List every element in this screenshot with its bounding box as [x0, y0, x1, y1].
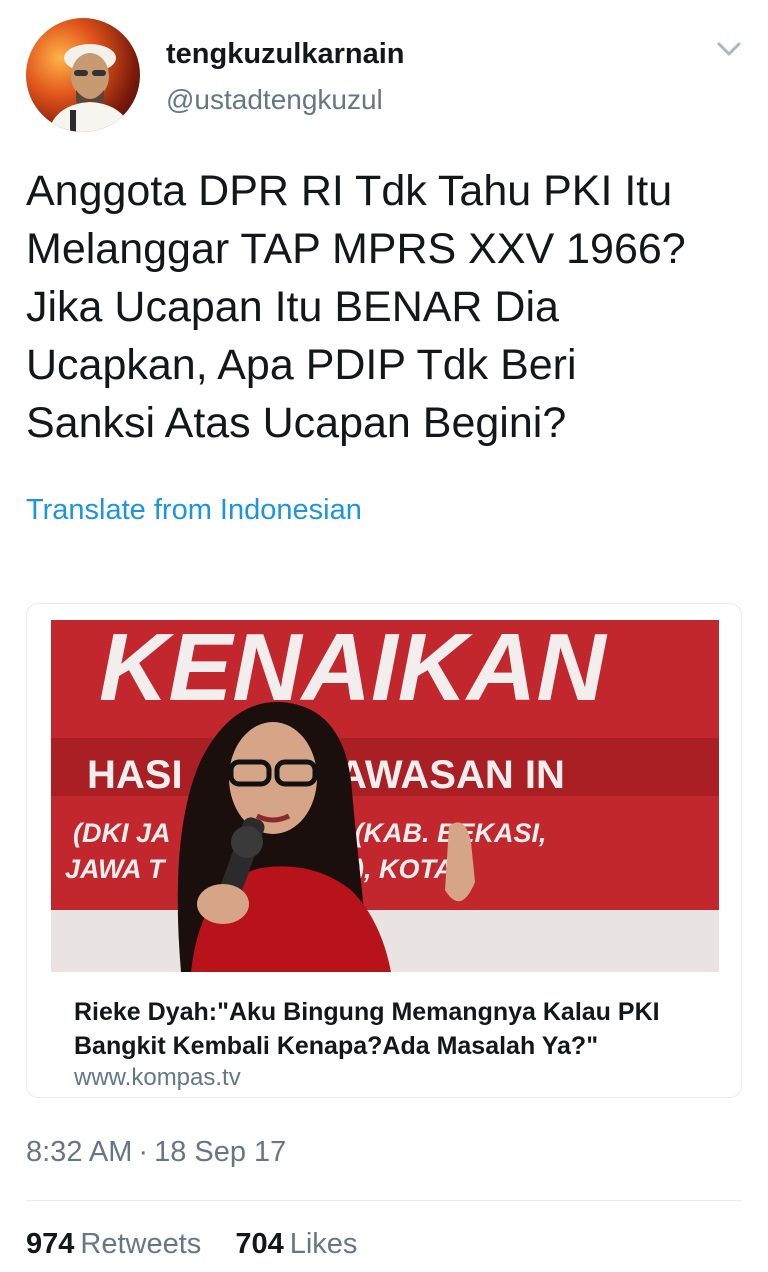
tweet-date: 18 Sep 17: [154, 1136, 287, 1168]
user-handle[interactable]: @ustadtengkuzul: [166, 84, 383, 116]
chevron-down-icon[interactable]: [716, 40, 742, 58]
translate-link[interactable]: Translate from Indonesian: [26, 494, 362, 527]
tweet-text: Anggota DPR RI Tdk Tahu PKI Itu Melangga…: [26, 162, 742, 452]
avatar[interactable]: [26, 18, 140, 132]
tweet-text-line: Melanggar TAP MPRS XXV 1966?: [26, 225, 686, 273]
tweet-text-line: Ucapkan, Apa PDIP Tdk Beri: [26, 341, 577, 389]
tweet-text-line: Sanksi Atas Ucapan Begini?: [26, 399, 567, 447]
user-display-name[interactable]: tengkuzulkarnain: [166, 38, 405, 71]
banner-top-text: KENAIKAN: [99, 620, 607, 721]
retweets-stat[interactable]: 974 Retweets: [26, 1228, 201, 1261]
tweet-timestamp[interactable]: 8:32 AM · 18 Sep 17: [26, 1136, 286, 1169]
card-title-line: Bangkit Kembali Kenapa?Ada Masalah Ya?": [74, 1032, 599, 1060]
card-domain: www.kompas.tv: [74, 1064, 241, 1091]
likes-count: 704: [235, 1228, 284, 1260]
card-title[interactable]: Rieke Dyah:"Aku Bingung Memangnya Kalau …: [74, 995, 714, 1063]
tweet-stats: 974 Retweets 704 Likes: [26, 1228, 383, 1261]
retweets-count: 974: [26, 1228, 75, 1260]
tweet-text-line: Jika Ucapan Itu BENAR Dia: [26, 283, 559, 331]
card-title-line: Rieke Dyah:"Aku Bingung Memangnya Kalau …: [74, 998, 660, 1026]
divider: [26, 1200, 742, 1201]
tweet-text-line: Anggota DPR RI Tdk Tahu PKI Itu: [26, 167, 673, 215]
avatar-image: [48, 44, 132, 132]
likes-label: Likes: [289, 1228, 358, 1260]
retweets-label: Retweets: [80, 1228, 202, 1260]
card-image: KENAIKAN HASI EI 7 KAWASAN IN (DKI JA A …: [51, 620, 719, 972]
likes-stat[interactable]: 704 Likes: [235, 1228, 357, 1261]
link-card[interactable]: KENAIKAN HASI EI 7 KAWASAN IN (DKI JA A …: [26, 603, 742, 1098]
card-photo: KENAIKAN HASI EI 7 KAWASAN IN (DKI JA A …: [51, 620, 719, 972]
timestamp-separator: ·: [138, 1136, 149, 1168]
tweet-time: 8:32 AM: [26, 1136, 133, 1168]
tweet-header: tengkuzulkarnain @ustadtengkuzul: [26, 18, 742, 134]
